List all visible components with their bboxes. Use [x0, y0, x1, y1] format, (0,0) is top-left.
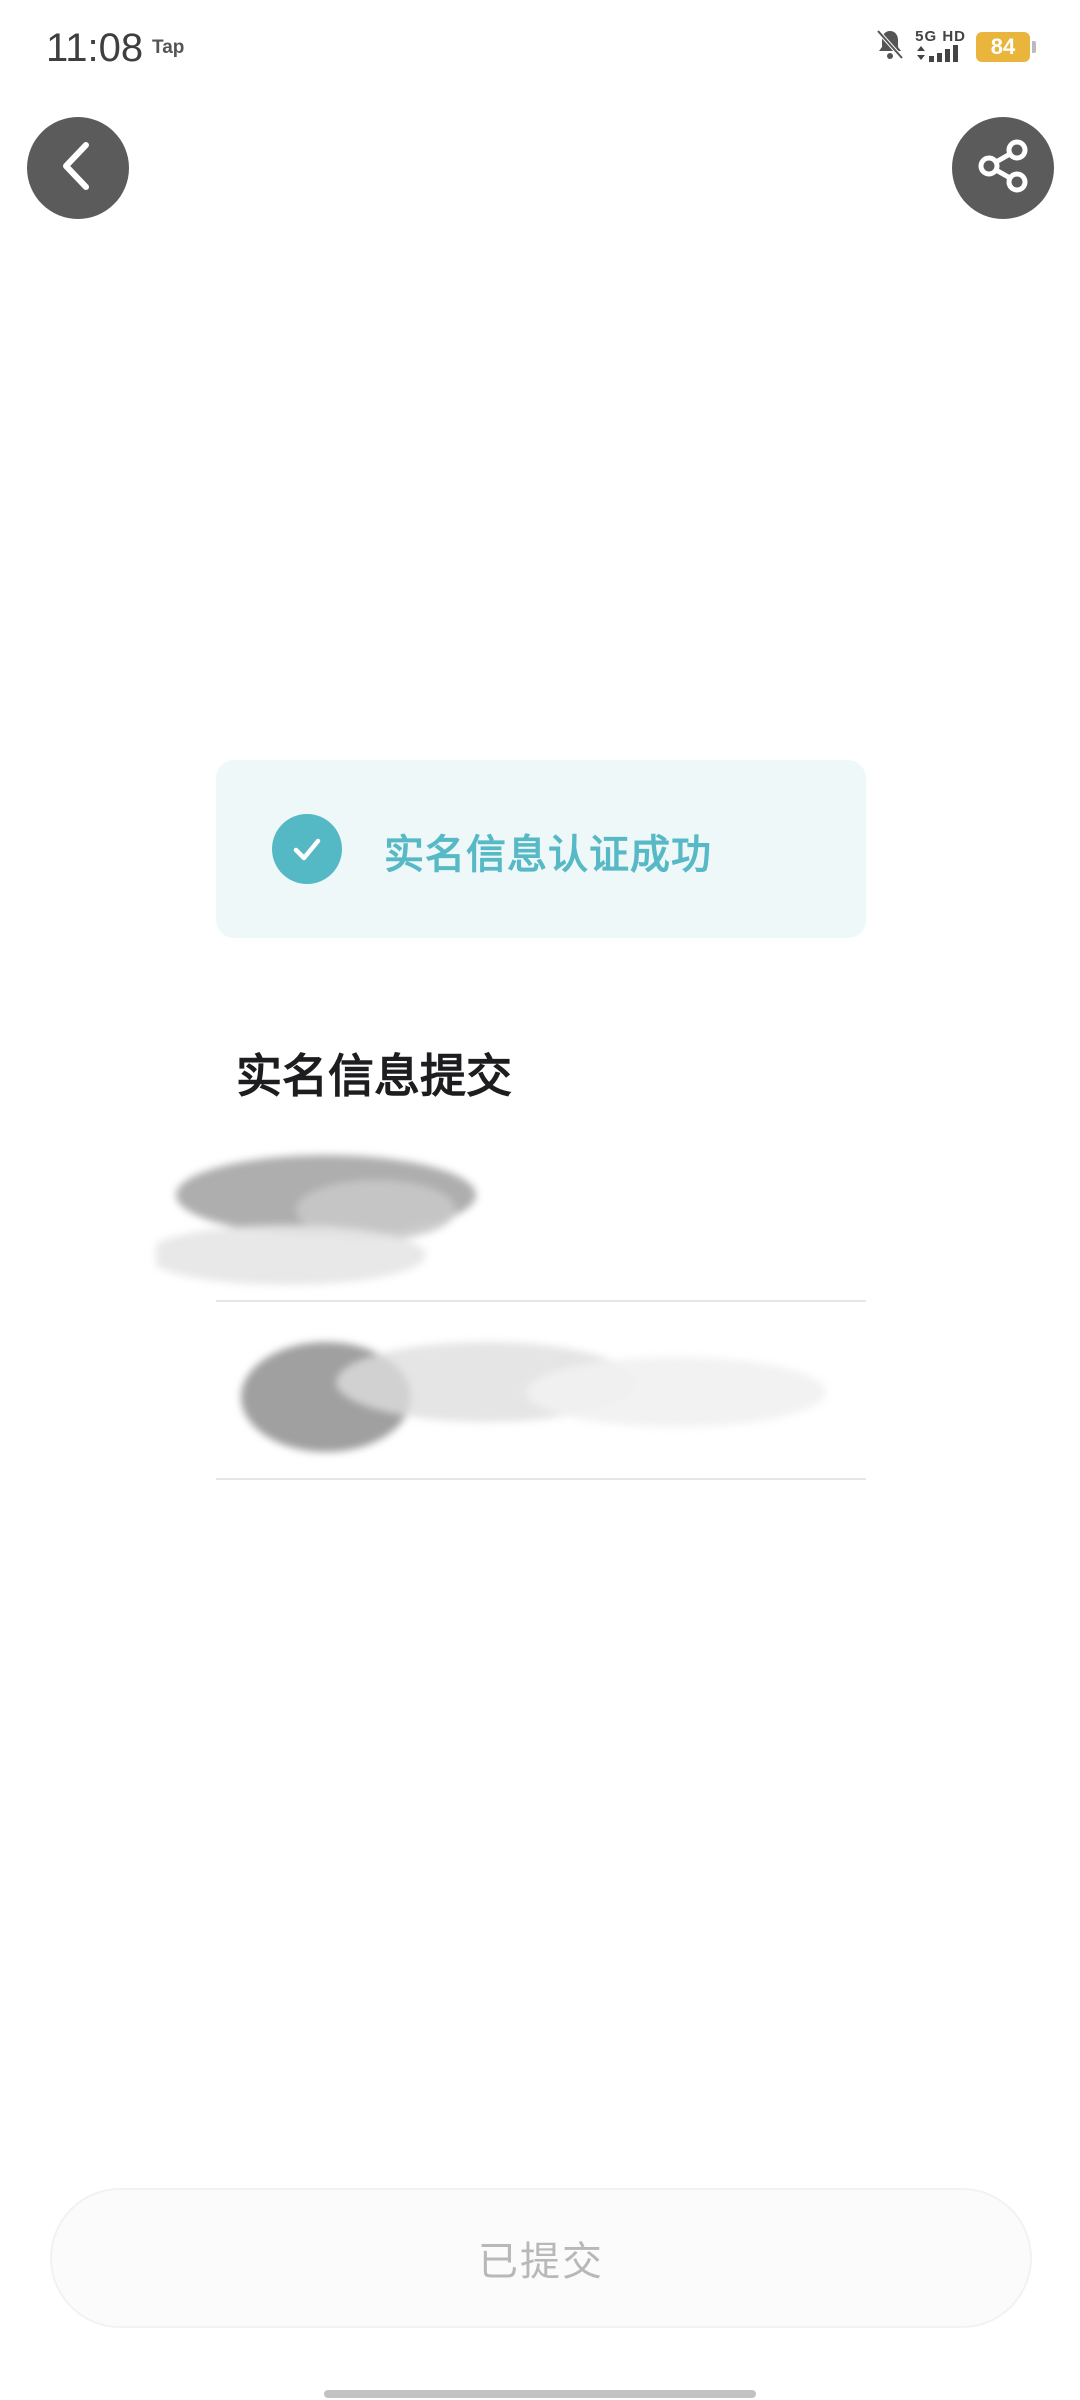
- section-title: 实名信息提交: [236, 1049, 512, 1103]
- status-bar: 11:08 Tap 5G HD 84: [0, 0, 1080, 100]
- redacted-value: [146, 1150, 496, 1294]
- submitted-button: 已提交: [50, 2188, 1032, 2328]
- network-indicator: 5G HD: [915, 29, 966, 65]
- chevron-left-icon: [56, 139, 100, 197]
- share-icon: [973, 136, 1033, 200]
- redacted-value: [236, 1322, 836, 1476]
- info-row-id: [216, 1302, 866, 1480]
- verification-success-banner: 实名信息认证成功: [216, 760, 866, 938]
- check-icon: [272, 814, 342, 884]
- signal-icon: [915, 44, 963, 65]
- status-app-tag: Tap: [152, 37, 185, 58]
- back-button[interactable]: [27, 117, 129, 219]
- info-row-name: [146, 1140, 866, 1302]
- bell-muted-icon: [875, 28, 905, 66]
- status-icons: 5G HD 84: [875, 28, 1036, 66]
- share-button[interactable]: [952, 117, 1054, 219]
- battery-level: 84: [990, 34, 1016, 59]
- success-message: 实名信息认证成功: [384, 832, 712, 878]
- home-indicator[interactable]: [324, 2390, 756, 2398]
- status-time: 11:08: [46, 26, 144, 70]
- network-label: 5G HD: [915, 28, 966, 45]
- battery-icon: 84: [976, 32, 1036, 62]
